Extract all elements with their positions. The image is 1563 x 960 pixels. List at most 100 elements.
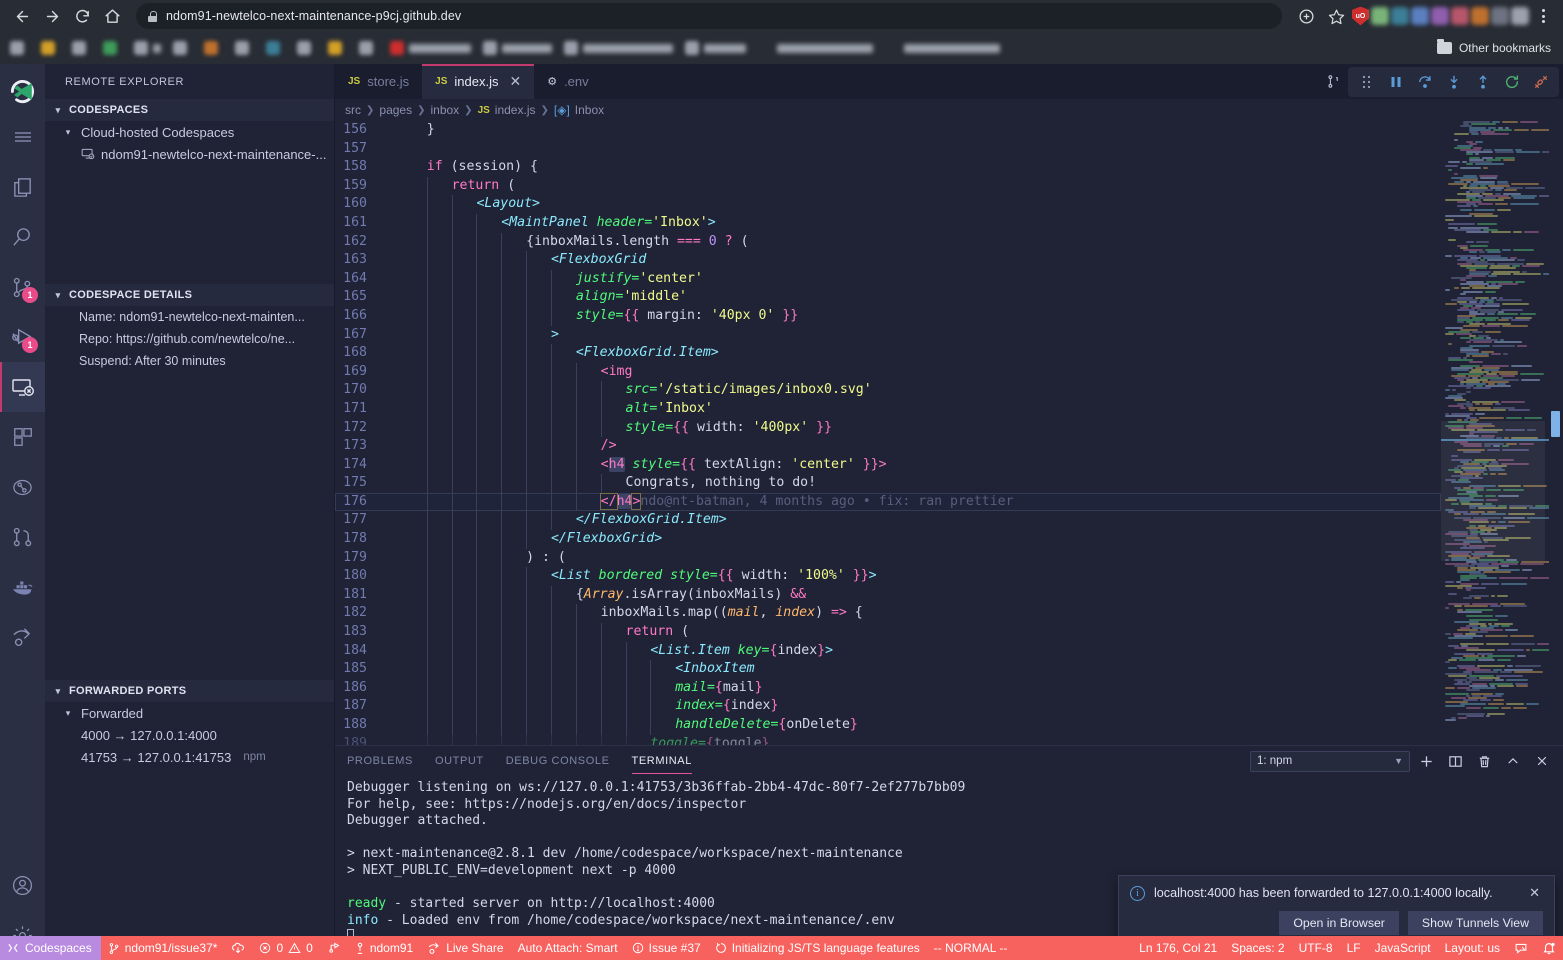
gitlens-icon[interactable] xyxy=(0,462,45,512)
reload-icon[interactable] xyxy=(68,2,96,30)
live-share-icon[interactable] xyxy=(0,612,45,662)
tab-problems[interactable]: PROBLEMS xyxy=(347,746,413,776)
open-in-browser-button[interactable]: Open in Browser xyxy=(1279,911,1399,935)
status-language-features[interactable]: Initializing JS/TS language features xyxy=(708,936,927,960)
extension-icon[interactable] xyxy=(1391,7,1409,25)
status-indentation[interactable]: Spaces: 2 xyxy=(1224,936,1291,960)
kill-terminal-icon[interactable] xyxy=(1471,748,1497,774)
bookmark-item[interactable] xyxy=(10,41,29,55)
extension-icon[interactable] xyxy=(1431,7,1449,25)
code-editor[interactable]: 156 } 157 158 if (session) { 159 return … xyxy=(335,121,1563,745)
tab-store-js[interactable]: JS store.js xyxy=(335,64,422,99)
new-terminal-icon[interactable] xyxy=(1413,748,1439,774)
source-control-editor-icon[interactable] xyxy=(1319,68,1348,96)
tree-item-codespace[interactable]: ndom91-newtelco-next-maintenance-... xyxy=(45,143,334,165)
extension-icon[interactable] xyxy=(1491,7,1509,25)
kebab-menu-icon[interactable] xyxy=(1531,4,1555,28)
breadcrumb-item-pages[interactable]: pages xyxy=(379,103,412,117)
step-into-icon[interactable] xyxy=(1439,68,1468,96)
star-icon[interactable] xyxy=(1322,2,1350,30)
breadcrumb-item-symbol[interactable]: Inbox xyxy=(575,103,604,117)
remote-explorer-icon[interactable] xyxy=(0,362,45,412)
source-control-icon[interactable]: 1 xyxy=(0,262,45,312)
port-row[interactable]: 4000 → 127.0.0.1:4000 xyxy=(45,724,334,746)
extension-icon[interactable] xyxy=(1511,7,1529,25)
port-row[interactable]: 41753 → 127.0.0.1:41753 npm xyxy=(45,746,334,768)
show-tunnels-view-button[interactable]: Show Tunnels View xyxy=(1408,911,1543,935)
explorer-icon[interactable] xyxy=(0,162,45,212)
bookmark-item[interactable] xyxy=(564,41,673,55)
search-icon[interactable] xyxy=(0,212,45,262)
status-sync[interactable] xyxy=(224,936,252,960)
forward-arrow-icon[interactable] xyxy=(38,2,66,30)
step-out-icon[interactable] xyxy=(1468,68,1497,96)
status-branch[interactable]: ndom91/issue37* xyxy=(101,936,225,960)
bookmark-item[interactable] xyxy=(204,41,223,55)
status-auto-attach[interactable]: Auto Attach: Smart xyxy=(511,936,625,960)
tab-output[interactable]: OUTPUT xyxy=(435,746,484,776)
status-issue[interactable]: Issue #37 xyxy=(625,936,708,960)
bookmark-item[interactable] xyxy=(885,41,1000,55)
vscode-logo-icon[interactable] xyxy=(0,70,45,112)
home-icon[interactable] xyxy=(98,2,126,30)
docker-icon[interactable] xyxy=(0,562,45,612)
section-codespace-details-header[interactable]: ▾ CODESPACE DETAILS xyxy=(45,284,334,306)
close-icon[interactable]: ✕ xyxy=(509,73,521,90)
other-bookmarks-button[interactable]: Other bookmarks xyxy=(1437,41,1551,55)
extensions-icon[interactable] xyxy=(0,412,45,462)
status-cursor-position[interactable]: Ln 176, Col 21 xyxy=(1132,936,1224,960)
minimap[interactable] xyxy=(1441,121,1563,745)
bookmark-item[interactable] xyxy=(685,41,746,55)
status-live-share[interactable]: Live Share xyxy=(420,936,510,960)
tab-env[interactable]: ⚙ .env xyxy=(534,64,601,99)
editor-scrollbar[interactable] xyxy=(1549,121,1563,745)
breadcrumb-item-inbox[interactable]: inbox xyxy=(430,103,459,117)
status-encoding[interactable]: UTF-8 xyxy=(1292,936,1340,960)
close-panel-icon[interactable] xyxy=(1529,748,1555,774)
status-account[interactable]: ndom91 xyxy=(348,936,420,960)
bookmark-item[interactable] xyxy=(72,41,91,55)
disconnect-icon[interactable] xyxy=(1526,68,1555,96)
step-over-icon[interactable] xyxy=(1410,68,1439,96)
status-ports[interactable] xyxy=(320,936,348,960)
status-language-mode[interactable]: JavaScript xyxy=(1368,936,1438,960)
status-remote-indicator[interactable]: Codespaces xyxy=(0,936,101,960)
editor-scrollbar-thumb[interactable] xyxy=(1551,411,1560,437)
tree-group-cloud-hosted[interactable]: ▾ Cloud-hosted Codespaces xyxy=(45,121,334,143)
bookmark-item[interactable] xyxy=(390,41,471,55)
bookmark-item[interactable] xyxy=(173,41,192,55)
extension-icon[interactable] xyxy=(1371,7,1389,25)
cast-icon[interactable] xyxy=(1292,2,1320,30)
status-feedback[interactable] xyxy=(1507,936,1535,960)
ports-group-forwarded[interactable]: ▾ Forwarded xyxy=(45,702,334,724)
bookmark-item[interactable] xyxy=(103,41,122,55)
minimap-slider[interactable] xyxy=(1441,421,1545,561)
tab-index-js[interactable]: JS index.js ✕ xyxy=(422,64,534,99)
tab-terminal[interactable]: TERMINAL xyxy=(632,746,692,776)
bookmark-item[interactable] xyxy=(328,41,347,55)
bookmark-item[interactable] xyxy=(297,41,316,55)
extension-icon[interactable] xyxy=(1471,7,1489,25)
menu-icon[interactable] xyxy=(0,112,45,162)
url-bar[interactable]: ndom91-newtelco-next-maintenance-p9cj.gi… xyxy=(136,3,1282,29)
breadcrumb-item-src[interactable]: src xyxy=(345,103,361,117)
status-notifications[interactable] xyxy=(1535,936,1563,960)
bookmark-item[interactable] xyxy=(235,41,254,55)
pause-icon[interactable] xyxy=(1381,68,1410,96)
restart-icon[interactable] xyxy=(1497,68,1526,96)
extension-icon[interactable] xyxy=(1411,7,1429,25)
back-arrow-icon[interactable] xyxy=(8,2,36,30)
terminal-selector[interactable]: 1: npm ▼ xyxy=(1250,751,1410,772)
status-keyboard-layout[interactable]: Layout: us xyxy=(1438,936,1507,960)
status-problems[interactable]: 0 0 xyxy=(252,936,319,960)
section-forwarded-ports-header[interactable]: ▾ FORWARDED PORTS xyxy=(45,680,334,702)
maximize-panel-icon[interactable] xyxy=(1500,748,1526,774)
tab-debug-console[interactable]: DEBUG CONSOLE xyxy=(506,746,610,776)
run-and-debug-icon[interactable]: 1 xyxy=(0,312,45,362)
bookmark-item[interactable] xyxy=(758,41,873,55)
bookmark-item[interactable] xyxy=(41,41,60,55)
extension-icon[interactable] xyxy=(1451,7,1469,25)
bookmark-item[interactable] xyxy=(266,41,285,55)
bookmark-item[interactable] xyxy=(134,41,161,55)
ublock-origin-icon[interactable]: uO xyxy=(1352,7,1369,26)
